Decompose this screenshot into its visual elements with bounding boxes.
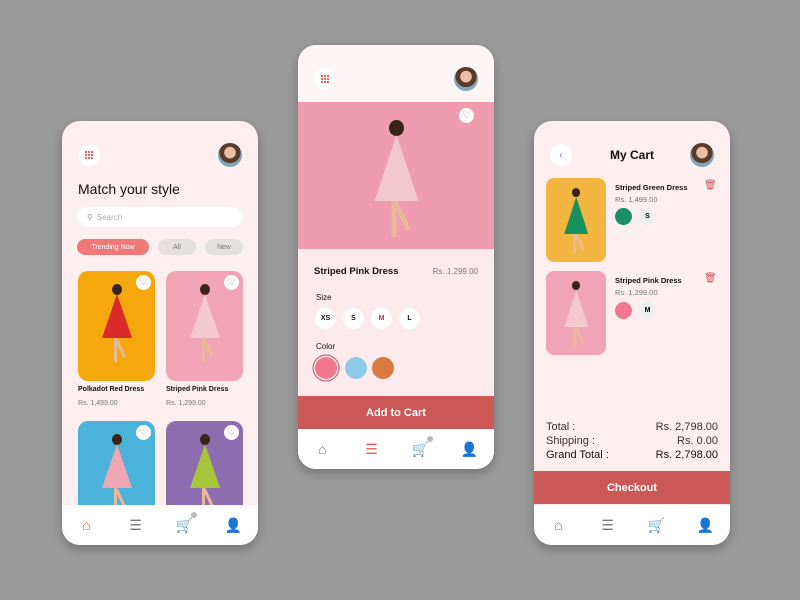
cart-item-image <box>546 271 606 355</box>
product-name[interactable]: Polkadot Red Dress <box>78 386 144 393</box>
heart-icon[interactable]: ♡ <box>224 275 239 290</box>
model-figure <box>101 434 132 514</box>
size-m-button[interactable]: M <box>371 308 392 329</box>
size-s-button[interactable]: S <box>343 308 364 329</box>
profile-icon[interactable]: 👤 <box>696 517 716 533</box>
cart-item-name: Striped Green Dress <box>615 183 688 192</box>
product-price: Rs. 1,499.00 <box>78 400 118 407</box>
product-card-image[interactable]: ♡ <box>78 271 155 381</box>
cart-screen: ‹ My Cart Striped Green Dress Rs. 1,499.… <box>534 121 730 545</box>
color-label: Color <box>316 342 336 351</box>
summary-label: Total : <box>546 421 576 433</box>
heart-icon[interactable]: ♡ <box>459 108 474 123</box>
chip-trending-now[interactable]: Trending Now <box>77 239 149 255</box>
product-hero-image: ♡ <box>298 102 494 249</box>
home-icon[interactable]: ⌂ <box>313 441 333 457</box>
cart-item-price: Rs. 1,299.00 <box>615 288 658 297</box>
cart-item-price: Rs. 1,499.00 <box>615 195 658 204</box>
model-figure <box>374 119 419 240</box>
product-name[interactable]: Striped Pink Dress <box>166 386 228 393</box>
search-input[interactable]: ⚲ Search <box>77 207 242 227</box>
add-to-cart-button[interactable]: Add to Cart <box>298 396 494 429</box>
cart-badge <box>426 436 433 442</box>
grid-menu-icon <box>85 151 93 159</box>
profile-icon[interactable]: 👤 <box>224 517 244 533</box>
heart-icon[interactable]: ♡ <box>224 425 239 440</box>
home-icon[interactable]: ⌂ <box>77 517 97 533</box>
cart-icon[interactable]: 🛒 <box>647 517 667 533</box>
cart-item-name: Striped Pink Dress <box>615 276 682 285</box>
product-price: Rs. 1,299.00 <box>432 267 478 276</box>
summary-label: Shipping : <box>546 435 595 447</box>
model-figure <box>189 284 220 364</box>
profile-icon[interactable]: 👤 <box>460 441 480 457</box>
cart-item-size: M <box>639 302 656 319</box>
cart-item-color <box>615 208 632 225</box>
page-title: Match your style <box>78 181 180 197</box>
menu-button[interactable] <box>78 144 100 166</box>
model-figure <box>563 281 589 349</box>
summary-value: Rs. 2,798.00 <box>655 421 718 433</box>
product-price: Rs. 1,299.00 <box>166 400 206 407</box>
trash-icon[interactable]: 🗑 <box>704 273 717 284</box>
color-swatch-orange[interactable] <box>372 357 394 379</box>
cart-item-size: S <box>639 208 656 225</box>
heart-icon[interactable]: ♡ <box>136 275 151 290</box>
cart-badge <box>190 512 197 518</box>
grid-menu-icon <box>321 75 329 83</box>
summary-total: Total : Rs. 2,798.00 <box>546 421 718 433</box>
trash-icon[interactable]: 🗑 <box>704 180 717 191</box>
summary-shipping: Shipping : Rs. 0.00 <box>546 435 718 447</box>
list-icon[interactable]: ☰ <box>126 517 146 533</box>
home-icon[interactable]: ⌂ <box>549 517 569 533</box>
color-swatch-pink[interactable] <box>315 357 337 379</box>
avatar[interactable] <box>690 143 714 167</box>
summary-value: Rs. 2,798.00 <box>655 449 718 461</box>
home-screen: Match your style ⚲ Search Trending Now A… <box>62 121 258 545</box>
cart-icon[interactable]: 🛒 <box>175 512 197 533</box>
heart-icon[interactable]: ♡ <box>136 425 151 440</box>
summary-grand-total: Grand Total : Rs. 2,798.00 <box>546 449 718 461</box>
chip-new[interactable]: New <box>205 239 243 255</box>
search-placeholder: Search <box>96 212 123 222</box>
list-icon[interactable]: ☰ <box>598 517 618 533</box>
cart-item-color <box>615 302 632 319</box>
avatar[interactable] <box>454 67 478 91</box>
model-figure <box>101 284 132 364</box>
bottom-nav: ⌂ ☰ 🛒 👤 <box>298 429 494 469</box>
summary-value: Rs. 0.00 <box>677 435 718 447</box>
size-xs-button[interactable]: XS <box>315 308 336 329</box>
avatar[interactable] <box>218 143 242 167</box>
checkout-button[interactable]: Checkout <box>534 471 730 504</box>
menu-button[interactable] <box>314 68 336 90</box>
bottom-nav: ⌂ ☰ 🛒 👤 <box>534 505 730 545</box>
size-label: Size <box>316 293 332 302</box>
model-figure <box>189 434 220 514</box>
product-card-image[interactable]: ♡ <box>166 271 243 381</box>
product-name: Striped Pink Dress <box>314 266 399 277</box>
model-figure <box>563 188 589 256</box>
search-icon: ⚲ <box>87 212 93 222</box>
list-icon[interactable]: ☰ <box>362 441 382 457</box>
cart-icon[interactable]: 🛒 <box>411 436 433 457</box>
cart-item-image <box>546 178 606 262</box>
size-l-button[interactable]: L <box>399 308 420 329</box>
chip-all[interactable]: All <box>158 239 196 255</box>
summary-label: Grand Total : <box>546 449 609 461</box>
bottom-nav: ⌂ ☰ 🛒 👤 <box>62 505 258 545</box>
product-detail-screen: ♡ Striped Pink Dress Rs. 1,299.00 Size X… <box>298 45 494 469</box>
color-swatch-blue[interactable] <box>345 357 367 379</box>
